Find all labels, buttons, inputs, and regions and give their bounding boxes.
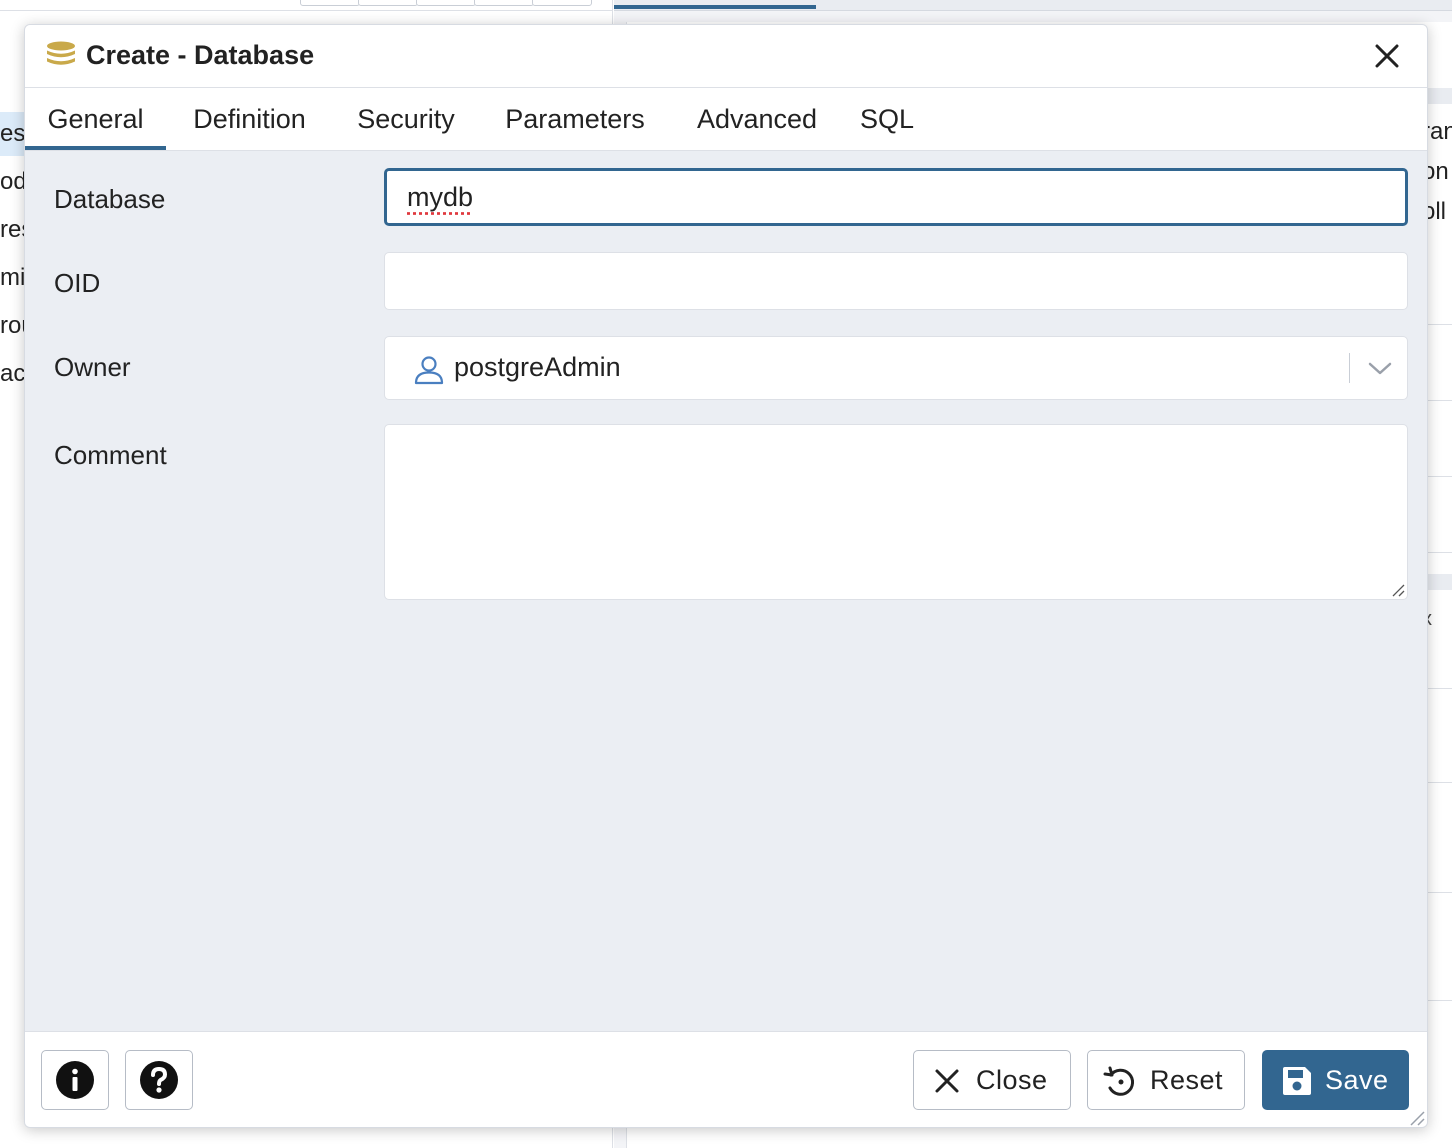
reset-icon [1103, 1066, 1135, 1096]
database-label: Database [54, 184, 166, 214]
background-toolbar-button[interactable] [300, 0, 360, 6]
info-button[interactable] [41, 1050, 109, 1110]
save-button-label: Save [1325, 1065, 1389, 1095]
save-icon [1283, 1067, 1311, 1095]
close-button[interactable]: Close [913, 1050, 1071, 1110]
background-section-bar [1424, 88, 1452, 104]
database-icon [47, 41, 75, 65]
close-button-label: Close [976, 1065, 1048, 1095]
tab-sql[interactable]: SQL [854, 88, 920, 150]
info-icon [56, 1061, 94, 1099]
owner-value: postgreAdmin [454, 352, 621, 382]
close-icon[interactable] [1371, 40, 1403, 72]
tab-definition[interactable]: Definition [175, 88, 324, 150]
owner-select[interactable]: postgreAdmin [384, 336, 1408, 400]
background-toolbar-button[interactable] [532, 0, 592, 6]
background-toolbar-button[interactable] [474, 0, 534, 6]
reset-button[interactable]: Reset [1087, 1050, 1245, 1110]
database-name-input[interactable]: mydb [384, 168, 1408, 226]
help-button[interactable] [125, 1050, 193, 1110]
background-toolbar [0, 0, 612, 11]
dialog-resize-handle-icon[interactable] [1403, 1104, 1425, 1126]
background-toolbar-button[interactable] [358, 0, 418, 6]
tab-security[interactable]: Security [343, 88, 469, 150]
chevron-down-icon[interactable] [1367, 357, 1393, 379]
tab-general[interactable]: General [25, 88, 166, 150]
database-name-value: mydb [407, 182, 474, 212]
background-active-tab-indicator [614, 5, 816, 9]
background-divider [1424, 782, 1452, 783]
background-section-bar [1424, 574, 1452, 590]
tab-parameters[interactable]: Parameters [489, 88, 661, 150]
save-button[interactable]: Save [1262, 1050, 1409, 1110]
background-divider [1424, 1000, 1452, 1001]
create-database-dialog: Create - Database General Definition Sec… [24, 24, 1428, 1128]
background-toolbar-button[interactable] [416, 0, 476, 6]
background-divider [1424, 476, 1452, 477]
dialog-header[interactable]: Create - Database [25, 25, 1427, 88]
reset-button-label: Reset [1150, 1065, 1224, 1095]
help-icon [140, 1061, 178, 1099]
dialog-footer: Close Reset Save [25, 1031, 1427, 1127]
comment-label: Comment [54, 440, 167, 470]
owner-label: Owner [54, 352, 131, 382]
background-divider [1424, 688, 1452, 689]
select-separator [1349, 353, 1350, 383]
background-divider [1424, 324, 1452, 325]
dialog-tabs: General Definition Security Parameters A… [25, 88, 1427, 151]
user-icon [414, 356, 444, 385]
oid-input[interactable] [384, 252, 1408, 310]
resize-handle-icon[interactable] [1389, 581, 1405, 597]
background-divider [1424, 400, 1452, 401]
comment-textarea[interactable] [384, 424, 1408, 600]
background-divider [1424, 552, 1452, 553]
background-divider [1424, 892, 1452, 893]
tab-advanced[interactable]: Advanced [682, 88, 832, 150]
dialog-title: Create - Database [86, 40, 315, 70]
oid-label: OID [54, 268, 101, 298]
close-icon [935, 1069, 959, 1093]
